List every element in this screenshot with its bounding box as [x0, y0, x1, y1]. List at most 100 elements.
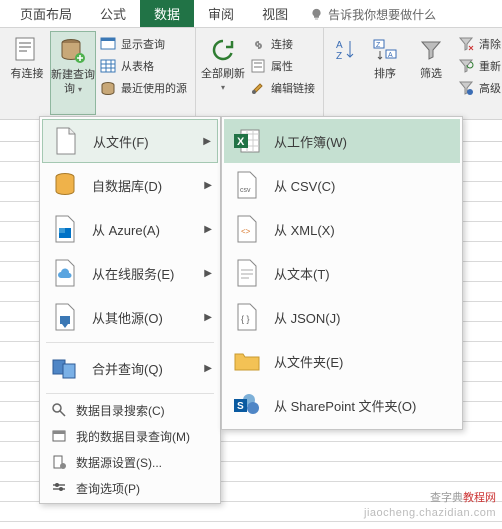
from-table-button[interactable]: 从表格 — [96, 56, 191, 76]
menu-from-azure[interactable]: 从 Azure(A) ▶ — [42, 207, 218, 251]
clear-label: 清除 — [479, 36, 501, 52]
reapply-icon — [458, 58, 474, 74]
submenu-arrow-icon: ▶ — [204, 224, 212, 235]
menu-catalog-search[interactable]: 数据目录搜索(C) — [42, 397, 218, 423]
ribbon-tabs: 页面布局 公式 数据 审阅 视图 告诉我你想要做什么 — [0, 0, 502, 28]
menu-source-settings[interactable]: 数据源设置(S)... — [42, 449, 218, 475]
cloud-icon — [50, 258, 80, 288]
table-icon — [100, 58, 116, 74]
menu-my-catalog[interactable]: 我的数据目录查询(M) — [42, 423, 218, 449]
existing-connections-button[interactable]: 有连接 — [4, 31, 50, 115]
advanced-label: 高级 — [479, 80, 501, 96]
edit-links-button[interactable]: 编辑链接 — [246, 78, 319, 98]
svg-text:Z: Z — [336, 51, 342, 62]
advanced-icon — [458, 80, 474, 96]
clear-filter-button[interactable]: 清除 — [454, 34, 502, 54]
catalog-icon — [50, 427, 68, 445]
menu-from-other-label: 从其他源(O) — [92, 308, 163, 327]
submenu-folder-label: 从文件夹(E) — [274, 352, 343, 371]
lightbulb-icon — [310, 8, 323, 21]
submenu-xml-label: 从 XML(X) — [274, 220, 335, 239]
submenu-from-csv[interactable]: csv 从 CSV(C) — [224, 163, 460, 207]
folder-icon — [232, 346, 262, 376]
menu-from-db[interactable]: 自数据库(D) ▶ — [42, 163, 218, 207]
filter-button[interactable]: 筛选 — [408, 31, 454, 115]
window-icon — [100, 36, 116, 52]
show-queries-label: 显示查询 — [121, 36, 165, 52]
sharepoint-icon: S — [232, 390, 262, 420]
link-icon — [250, 36, 266, 52]
combine-icon — [50, 353, 80, 383]
new-query-button[interactable]: 新建查询 询 ▾ — [50, 31, 96, 115]
new-query-menu: 从文件(F) ▶ 自数据库(D) ▶ 从 Azure(A) ▶ 从在线服务(E)… — [39, 116, 221, 504]
submenu-csv-label: 从 CSV(C) — [274, 176, 335, 195]
svg-text:Z: Z — [376, 42, 381, 49]
svg-text:<>: <> — [241, 227, 251, 236]
submenu-from-workbook[interactable]: X 从工作簿(W) — [224, 119, 460, 163]
submenu-arrow-icon: ▶ — [204, 363, 212, 374]
new-query-label: 新建查询 — [51, 69, 95, 83]
database-icon — [50, 170, 80, 200]
sort-icon: ZA — [370, 35, 400, 65]
submenu-arrow-icon: ▶ — [204, 312, 212, 323]
menu-my-catalog-label: 我的数据目录查询(M) — [76, 428, 190, 445]
properties-label: 属性 — [271, 58, 293, 74]
edit-links-label: 编辑链接 — [271, 80, 315, 96]
menu-from-other[interactable]: 从其他源(O) ▶ — [42, 295, 218, 339]
show-queries-button[interactable]: 显示查询 — [96, 34, 191, 54]
submenu-from-xml[interactable]: <> 从 XML(X) — [224, 207, 460, 251]
group-get-data: 有连接 新建查询 询 ▾ 显示查询 从表格 最近使用的源 — [0, 28, 196, 119]
connections-button[interactable]: 连接 — [246, 34, 319, 54]
tab-view[interactable]: 视图 — [248, 0, 302, 27]
menu-combine[interactable]: 合并查询(Q) ▶ — [42, 346, 218, 390]
other-source-icon — [50, 302, 80, 332]
advanced-button[interactable]: 高级 — [454, 78, 502, 98]
new-query-label2: 询 ▾ — [64, 83, 82, 97]
submenu-from-sharepoint[interactable]: S 从 SharePoint 文件夹(O) — [224, 383, 460, 427]
menu-query-options[interactable]: 查询选项(P) — [42, 475, 218, 501]
tab-page-layout[interactable]: 页面布局 — [6, 0, 86, 27]
connections-label: 连接 — [271, 36, 293, 52]
filter-label: 筛选 — [420, 68, 442, 82]
search-icon — [50, 401, 68, 419]
submenu-json-label: 从 JSON(J) — [274, 308, 340, 327]
submenu-arrow-icon: ▶ — [204, 268, 212, 279]
menu-from-azure-label: 从 Azure(A) — [92, 220, 160, 239]
menu-from-file[interactable]: 从文件(F) ▶ — [42, 119, 218, 163]
submenu-from-text[interactable]: 从文本(T) — [224, 251, 460, 295]
menu-from-online[interactable]: 从在线服务(E) ▶ — [42, 251, 218, 295]
submenu-sharepoint-label: 从 SharePoint 文件夹(O) — [274, 396, 416, 415]
submenu-from-json[interactable]: { } 从 JSON(J) — [224, 295, 460, 339]
tell-me-search[interactable]: 告诉我你想要做什么 — [302, 2, 444, 27]
refresh-all-button[interactable]: 全部刷新 ▾ — [200, 31, 246, 115]
text-file-icon — [232, 258, 262, 288]
properties-icon — [250, 58, 266, 74]
submenu-from-folder[interactable]: 从文件夹(E) — [224, 339, 460, 383]
sort-asc-button[interactable]: AZ — [328, 31, 362, 115]
watermark-top: 查字典教程网 — [430, 489, 496, 505]
sort-asc-icon: AZ — [330, 35, 360, 65]
page-icon — [12, 35, 42, 65]
dropdown-arrow-icon: ▾ — [221, 83, 225, 93]
svg-text:S: S — [237, 401, 244, 412]
menu-from-online-label: 从在线服务(E) — [92, 264, 174, 283]
settings-icon — [50, 453, 68, 471]
ribbon: 有连接 新建查询 询 ▾ 显示查询 从表格 最近使用的源 全部刷新 — [0, 28, 502, 120]
reapply-button[interactable]: 重新 — [454, 56, 502, 76]
properties-button[interactable]: 属性 — [246, 56, 319, 76]
azure-icon — [50, 214, 80, 244]
tab-review[interactable]: 审阅 — [194, 0, 248, 27]
submenu-arrow-icon: ▶ — [204, 180, 212, 191]
tell-me-label: 告诉我你想要做什么 — [328, 6, 436, 23]
menu-from-db-label: 自数据库(D) — [92, 176, 162, 195]
menu-from-file-label: 从文件(F) — [93, 132, 149, 151]
xml-icon: <> — [232, 214, 262, 244]
svg-text:{ }: { } — [241, 314, 250, 324]
sort-button[interactable]: ZA 排序 — [362, 31, 408, 115]
recent-sources-label: 最近使用的源 — [121, 80, 187, 96]
refresh-icon — [208, 35, 238, 65]
tab-formulas[interactable]: 公式 — [86, 0, 140, 27]
json-icon: { } — [232, 302, 262, 332]
recent-sources-button[interactable]: 最近使用的源 — [96, 78, 191, 98]
tab-data[interactable]: 数据 — [140, 0, 194, 27]
